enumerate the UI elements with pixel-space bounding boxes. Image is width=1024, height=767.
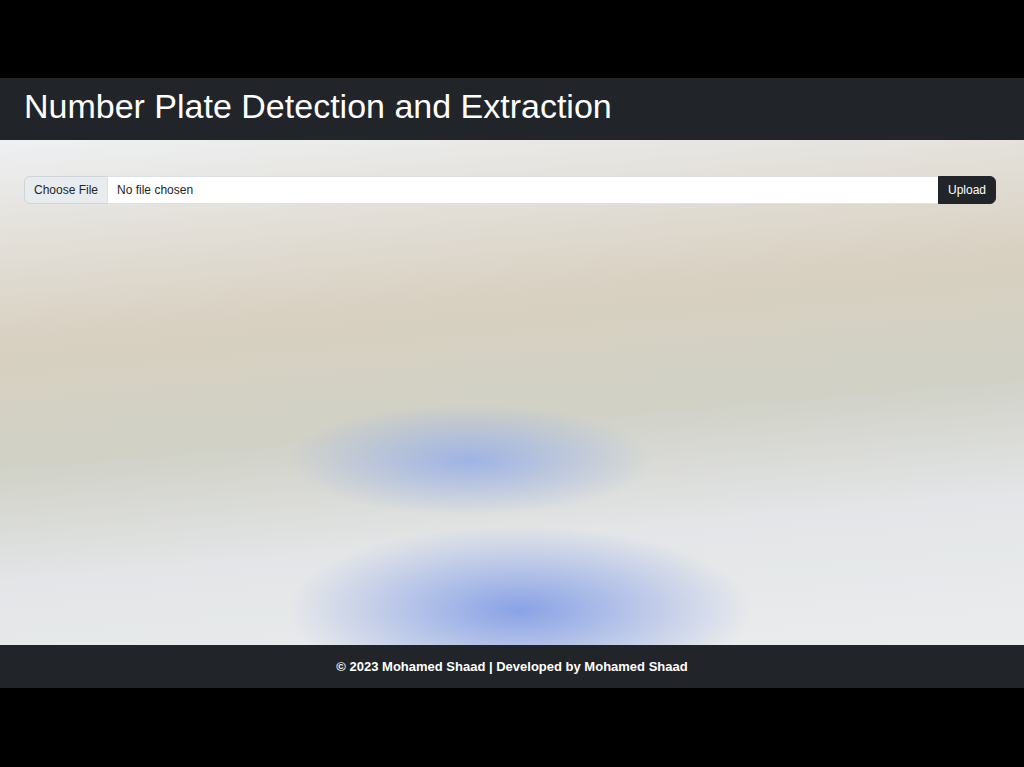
top-band xyxy=(0,0,1024,78)
upload-button[interactable]: Upload xyxy=(938,176,996,204)
page: Number Plate Detection and Extraction Cho… xyxy=(0,0,1024,767)
page-title: Number Plate Detection and Extraction xyxy=(24,84,1000,128)
file-name-field[interactable]: No file chosen xyxy=(107,176,939,204)
choose-file-button[interactable]: Choose File xyxy=(24,176,108,204)
upload-form: Choose FileNo file chosenUpload xyxy=(24,176,996,204)
hero-area: Choose FileNo file chosenUpload xyxy=(0,140,1024,645)
bottom-band xyxy=(0,688,1024,767)
footer-text: © 2023 Mohamed Shaad | Developed by Moha… xyxy=(336,657,687,677)
header-bar: Number Plate Detection and Extraction xyxy=(0,78,1024,140)
footer-bar: © 2023 Mohamed Shaad | Developed by Moha… xyxy=(0,645,1024,688)
